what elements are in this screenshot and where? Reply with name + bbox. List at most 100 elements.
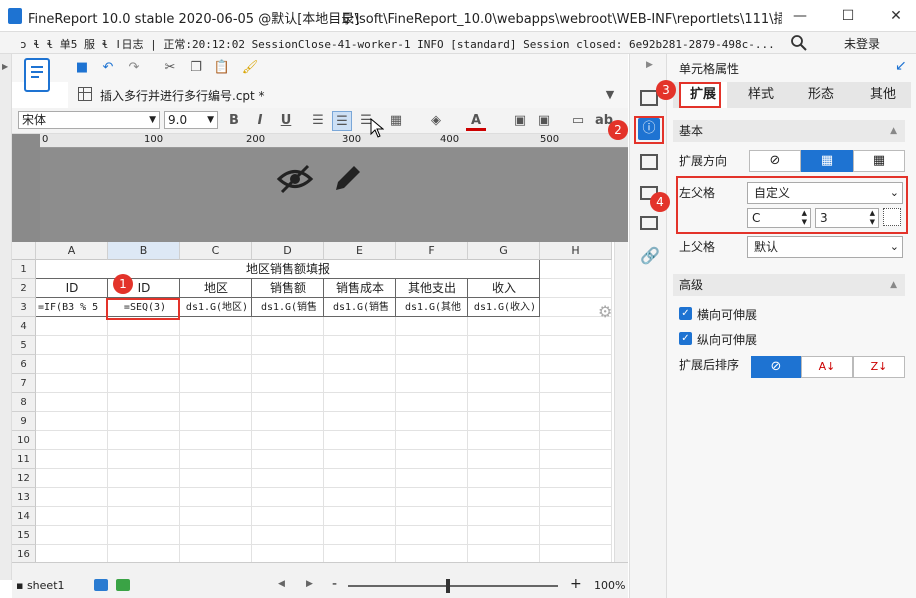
zoom-slider-thumb[interactable] <box>446 579 450 593</box>
row-header[interactable]: 11 <box>12 450 36 469</box>
zoom-in-button[interactable]: + <box>570 576 582 592</box>
tab-menu-icon[interactable]: ▼ <box>600 85 620 105</box>
column-header[interactable]: A <box>36 242 108 260</box>
sort-desc-button[interactable]: Z↓ <box>853 356 905 378</box>
grid-cell[interactable] <box>468 450 540 469</box>
font-color-icon[interactable]: A <box>466 111 486 131</box>
minimize-button[interactable]: — <box>790 6 810 26</box>
grid-cell[interactable] <box>180 355 252 374</box>
tab-other[interactable]: 其他 <box>859 82 907 108</box>
grid-cell[interactable] <box>468 317 540 336</box>
tab-form[interactable]: 形态 <box>797 82 845 108</box>
close-button[interactable]: ✕ <box>886 6 906 26</box>
grid-cell[interactable] <box>36 526 108 545</box>
grid-cell[interactable] <box>252 545 324 562</box>
grid-cell[interactable] <box>108 526 180 545</box>
sort-none-button[interactable]: ⊘ <box>751 356 801 378</box>
grid-cell[interactable] <box>324 431 396 450</box>
expand-none-button[interactable]: ⊘ <box>749 150 801 172</box>
grid-cell[interactable] <box>36 317 108 336</box>
row-header[interactable]: 13 <box>12 488 36 507</box>
grid-cell[interactable] <box>540 260 612 279</box>
collapse-arrow-icon[interactable]: ▶ <box>646 60 653 70</box>
grid-cell[interactable] <box>108 374 180 393</box>
grid-cell[interactable] <box>108 450 180 469</box>
grid-cell[interactable] <box>180 393 252 412</box>
column-header[interactable]: G <box>468 242 540 260</box>
grid-cell[interactable] <box>396 469 468 488</box>
column-header[interactable]: E <box>324 242 396 260</box>
grid-cell[interactable] <box>108 469 180 488</box>
grid-cell[interactable] <box>468 431 540 450</box>
row-header[interactable]: 4 <box>12 317 36 336</box>
column-header[interactable]: F <box>396 242 468 260</box>
grid-cell[interactable] <box>252 450 324 469</box>
row-header[interactable]: 1 <box>12 260 36 279</box>
grid-cell[interactable] <box>540 450 612 469</box>
h-expand-checkbox[interactable]: ✓ <box>679 307 692 320</box>
scroll-left-icon[interactable]: ◀ <box>278 579 285 589</box>
grid-cell[interactable] <box>540 279 612 298</box>
grid-cell[interactable] <box>108 488 180 507</box>
grid-cell[interactable] <box>540 336 612 355</box>
search-icon[interactable] <box>790 34 808 52</box>
grid-cell[interactable] <box>180 336 252 355</box>
grid-cell[interactable] <box>396 393 468 412</box>
grid-cell[interactable] <box>36 507 108 526</box>
row-header[interactable]: 16 <box>12 545 36 562</box>
login-status[interactable]: 未登录 <box>844 35 880 52</box>
grid-cell[interactable] <box>468 469 540 488</box>
grid-cell[interactable] <box>324 317 396 336</box>
grid-cell[interactable] <box>180 450 252 469</box>
add-sheet-icon[interactable] <box>94 579 108 591</box>
zoom-slider[interactable] <box>348 579 558 593</box>
row-header[interactable]: 14 <box>12 507 36 526</box>
cut-icon[interactable]: ✂ <box>160 58 180 78</box>
grid-cell[interactable] <box>252 374 324 393</box>
row-header[interactable]: 8 <box>12 393 36 412</box>
grid-cell[interactable] <box>396 317 468 336</box>
align-left-icon[interactable]: ☰ <box>308 111 328 131</box>
formula-cell[interactable]: ds1.G(地区) <box>182 298 252 317</box>
underline-button[interactable]: U <box>276 111 296 131</box>
grid-cell[interactable] <box>36 355 108 374</box>
save-icon[interactable]: ■ <box>72 58 92 78</box>
row-header[interactable]: 9 <box>12 412 36 431</box>
grid-cell[interactable] <box>180 317 252 336</box>
paste-icon[interactable]: 📋 <box>212 58 232 78</box>
zoom-out-button[interactable]: - <box>332 576 337 592</box>
grid-cell[interactable] <box>540 488 612 507</box>
spreadsheet-grid[interactable]: A B C D E F G H 1 2 3 4 5 6 7 8 9 10 11 12 13 14 15 16 地区销售额填报 ID… <box>12 242 628 562</box>
formula-cell[interactable]: ds1.G(其他 <box>398 298 468 317</box>
grid-cell[interactable] <box>108 545 180 562</box>
grid-cell[interactable] <box>252 336 324 355</box>
column-header[interactable]: H <box>540 242 612 260</box>
grid-cell[interactable] <box>396 488 468 507</box>
grid-cell[interactable] <box>324 488 396 507</box>
formula-cell[interactable]: ds1.G(收入) <box>470 298 540 317</box>
header-cell[interactable]: 地区 <box>180 279 252 298</box>
grid-cell[interactable] <box>540 393 612 412</box>
undo-icon[interactable]: ↶ <box>98 58 118 78</box>
grid-cell[interactable] <box>468 507 540 526</box>
redo-icon[interactable]: ↷ <box>124 58 144 78</box>
grid-cell[interactable] <box>36 488 108 507</box>
grid-cell[interactable] <box>36 469 108 488</box>
grid-cell[interactable] <box>468 526 540 545</box>
basic-section-header[interactable]: 基本 ▲ <box>673 120 905 142</box>
top-parent-select[interactable]: 默认 ⌄ <box>747 236 903 258</box>
row-header[interactable]: 2 <box>12 279 36 298</box>
grid-cell[interactable] <box>540 431 612 450</box>
header-cell[interactable]: 销售额 <box>252 279 324 298</box>
header-cell[interactable]: ID <box>36 279 108 298</box>
grid-cell[interactable] <box>396 507 468 526</box>
column-header[interactable]: C <box>180 242 252 260</box>
maximize-button[interactable]: ☐ <box>838 6 858 26</box>
grid-cell[interactable] <box>108 336 180 355</box>
grid-cell[interactable] <box>36 336 108 355</box>
grid-cell[interactable] <box>468 412 540 431</box>
scroll-right-icon[interactable]: ▶ <box>306 579 313 589</box>
panel-pin-icon[interactable]: ↙ <box>895 58 907 74</box>
grid-cell[interactable] <box>468 545 540 562</box>
wrap-icon[interactable]: ▭ <box>568 111 588 131</box>
